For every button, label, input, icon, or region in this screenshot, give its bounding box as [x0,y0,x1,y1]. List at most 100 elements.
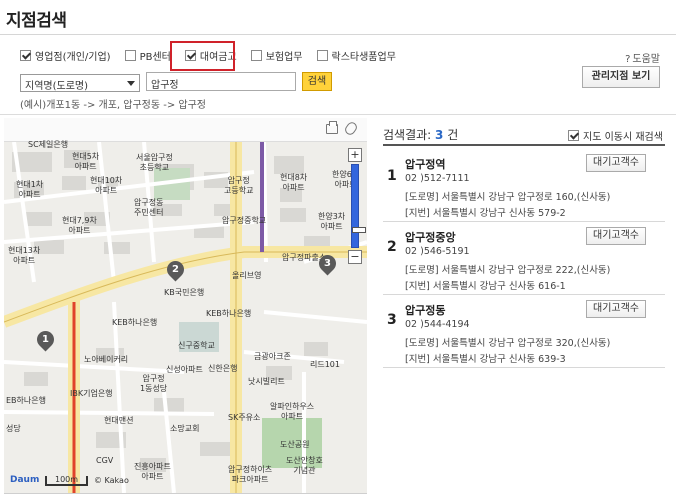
map-label-ibk: IBK기업은행 [70,389,113,398]
result-phone: 02 )546-5191 [405,246,470,257]
map-label-seongdang: 성당 [6,424,21,433]
zoom-slider[interactable] [351,164,366,248]
rescan-checkbox[interactable] [568,130,579,141]
kakao-credit: © Kakao [94,476,129,485]
wait-count-button[interactable]: 대기고객수 [586,300,646,318]
result-lot-address: [지번] 서울특별시 강남구 신사동 639-3 [405,354,566,365]
result-road-address: [도로명] 서울특별시 강남구 압구정로 160,(신사동) [405,192,611,203]
result-item-2[interactable]: 2 압구정중앙 02 )546-5191 [도로명] 서울특별시 강남구 압구정… [383,223,665,295]
result-lot-address: [지번] 서울특별시 강남구 신사동 579-2 [405,208,566,219]
map-pin-2[interactable]: 2 [163,257,188,282]
map-label-dosan-memorial: 도산안창호 기념관 [286,456,323,475]
map-label-natsil: 낫시빌리트 [248,377,285,386]
map-label-dosan: 도산공원 [280,440,310,449]
map-label-apgu-ipark: 압구정하이츠 파크아파트 [228,465,273,484]
filter-branch[interactable]: 영업점(개인/기업) [20,48,111,63]
map-pin-2-label: 2 [172,264,179,275]
search-button[interactable]: 검색 [302,72,332,91]
map-label-somang: 소망교회 [170,424,200,433]
zoom-slider-handle[interactable] [352,227,366,233]
map-label-geumgang: 금광아크존 [254,352,291,361]
help-link[interactable]: ? 도움말 [625,50,660,65]
map-label-cgv: CGV [96,456,114,465]
map-label-hd1: 현대1차 아파트 [16,180,44,199]
map-label-hd13: 현대13차 아파트 [8,246,41,265]
region-select[interactable]: 지역명(도로명) [20,74,140,92]
result-number: 1 [387,168,397,184]
map-canvas[interactable] [4,142,367,493]
pb-checkbox[interactable] [124,50,136,61]
panel-divider [0,114,676,115]
result-lot-address: [지번] 서울특별시 강남구 신사동 616-1 [405,281,566,292]
map-label-sk: SK주유소 [228,413,261,422]
result-number: 3 [387,312,397,328]
results-label: 검색결과: [383,128,432,142]
search-input[interactable]: 압구정 [146,72,296,91]
results-header: 검색결과: 3 건 [383,126,458,143]
map-label-keb1: KEB하나은행 [206,309,252,318]
result-item-1[interactable]: 1 압구정역 02 )512-7111 [도로명] 서울특별시 강남구 압구정로… [383,150,665,222]
map-pin-3[interactable]: 3 [315,251,340,276]
zoom-in-button[interactable]: + [348,148,362,162]
map-label-apgu-dong: 압구정 1동성당 [140,374,168,393]
rescan-label: 지도 이동시 재검색 [583,132,663,143]
results-divider [383,144,665,146]
results-unit: 건 [447,128,459,142]
filter-rockstar-label: 락스타생품업무 [331,52,396,63]
map-label-olive: 올리브영 [232,271,262,280]
map-label-hd-mansion: 현대맨션 [104,416,134,425]
help-label: 도움말 [632,54,660,65]
map-label-noah: 노아베이커리 [84,355,129,364]
insurance-checkbox[interactable] [250,50,262,61]
branch-checkbox[interactable] [20,50,31,61]
map-label-keb2: KEB하나은행 [112,318,158,327]
result-road-address: [도로명] 서울특별시 강남구 압구정로 320,(신사동) [405,338,611,349]
link-icon[interactable] [343,120,359,137]
map-label-alpha: 알파인하우스 아파트 [270,402,315,421]
map-label-apgu-mid: 압구정중학교 [222,216,267,225]
result-road-address: [도로명] 서울특별시 강남구 압구정로 222,(신사동) [405,265,611,276]
page-title: 지점검색 [6,11,67,31]
filter-pb-label: PB센터 [139,52,171,63]
search-example: (예시)개포1동 -> 개포, 압구정동 -> 압구정 [20,100,207,111]
map-scale: 100m [45,476,89,486]
map-label-shinsung: 신성아파트 [166,365,203,374]
results-count: 3 [435,128,444,142]
map-label-kb: KB국민은행 [164,288,205,297]
filter-insurance-label: 보험업무 [265,52,303,63]
map-toolbar [4,118,367,142]
map-label-ritz: 리드101 [310,360,340,369]
manage-branch-button[interactable]: 관리지점 보기 [582,66,660,88]
daum-logo: Daum [10,475,40,485]
map-label-keb-left: EB하나은행 [6,396,46,405]
result-number: 2 [387,239,397,255]
filter-pb[interactable]: PB센터 [124,48,171,63]
filter-rockstar[interactable]: 락스타생품업무 [316,48,396,63]
map-label-shingu: 신구중학교 [178,341,215,350]
result-item-3[interactable]: 3 압구정동 02 )544-4194 [도로명] 서울특별시 강남구 압구정로… [383,296,665,368]
result-name[interactable]: 압구정동 [405,302,445,318]
wait-count-button[interactable]: 대기고객수 [586,154,646,172]
question-icon: ? [625,54,631,65]
rescan-toggle[interactable]: 지도 이동시 재검색 [568,128,663,143]
rockstar-checkbox[interactable] [316,50,328,61]
map-label-seoul-school: 서울압구정 초등학교 [136,153,173,172]
chevron-down-icon [127,81,135,86]
zoom-out-button[interactable]: − [348,250,362,264]
zoom-control: + − [348,148,366,264]
map-label-hd8: 현대8차 아파트 [280,173,308,192]
map-label-hd10: 현대10차 아파트 [90,176,123,195]
map-pin-1-label: 1 [42,334,49,345]
result-name[interactable]: 압구정중앙 [405,229,456,245]
map-label-shinhan: 신한은행 [208,364,238,373]
filter-branch-label: 영업점(개인/기업) [35,52,111,63]
region-select-value: 지역명(도로명) [25,81,89,92]
map-pin-1[interactable]: 1 [33,327,58,352]
result-phone: 02 )512-7111 [405,173,470,184]
filter-insurance[interactable]: 보험업무 [250,48,303,63]
highlight-box [170,41,235,71]
result-name[interactable]: 압구정역 [405,156,445,172]
map-label-hanyang2: 한양3차 아파트 [318,212,346,231]
print-icon[interactable] [326,121,338,134]
wait-count-button[interactable]: 대기고객수 [586,227,646,245]
